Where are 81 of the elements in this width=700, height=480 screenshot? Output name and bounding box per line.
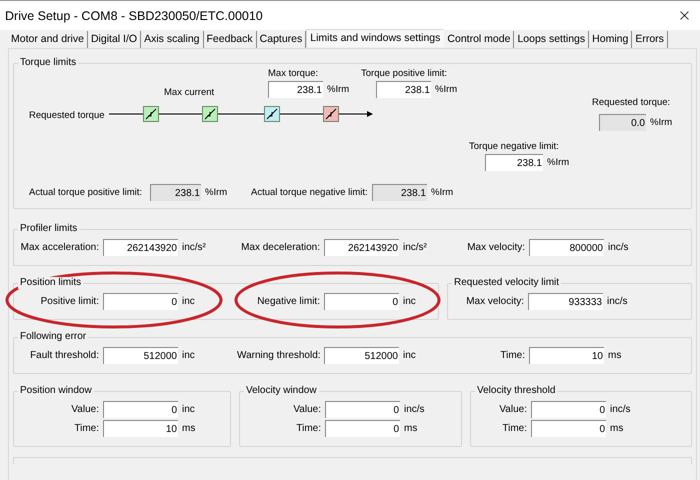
number-field[interactable]: 238.1 [485,154,543,171]
number-field[interactable]: 262143920 [103,239,178,256]
field-label: Max velocity: [466,242,526,253]
field-label: Negative limit: [256,296,321,307]
field-label: Value: [70,404,100,415]
number-field[interactable]: 0 [103,401,178,418]
group-title: Requested velocity limit [452,277,562,289]
unit-label: %Irm [205,187,228,198]
number-field[interactable]: 0 [325,420,400,437]
field-label: Torque positive limit: [361,68,448,79]
unit-label: inc [181,296,196,307]
tab[interactable]: Errors [632,31,668,48]
tab[interactable]: Homing [589,31,632,48]
number-field[interactable]: 800000 [529,239,604,256]
unit-label: %Irm [431,187,454,198]
unit-label: inc/s [607,242,630,253]
unit-label: ms [181,423,196,434]
field-label: Max velocity: [465,296,525,307]
field-label: Max acceleration: [20,242,100,253]
unit-label: inc [181,350,196,361]
number-field[interactable]: 238.1 [150,184,201,201]
field-label: Time: [73,423,100,434]
group-title: Velocity threshold [475,385,558,397]
unit-label: ms [403,423,418,434]
field-label: Value: [292,404,322,415]
unit-label: ms [607,350,622,361]
field-label: Time: [295,423,322,434]
tab[interactable]: Limits and windows settings [306,29,444,47]
unit-label: inc [402,350,417,361]
number-field[interactable]: 0 [324,293,399,310]
unit-label: %Irm [547,157,570,168]
number-field[interactable]: 262143920 [324,239,399,256]
number-field[interactable]: 238.1 [268,81,323,98]
unit-label: %Irm [650,117,672,128]
field-label: Warning threshold: [237,350,322,361]
field-label: Time: [499,350,526,361]
number-field[interactable]: 0 [531,420,606,437]
field-label: Time: [501,423,528,434]
unit-label: inc [181,404,196,415]
unit-label: ms [609,423,624,434]
unit-label: %Irm [435,84,458,95]
unit-label: inc/s [609,404,632,415]
unit-label: inc/s² [402,242,428,253]
tab[interactable]: Loops settings [514,31,590,48]
diagram-label: Requested torque [29,110,105,121]
field-label: Torque negative limit: [469,141,559,152]
unit-label: inc/s [403,404,426,415]
group-title: Position limits [18,277,84,289]
field-label: Value: [498,404,528,415]
unit-label: inc/s [606,296,629,307]
number-field[interactable]: 0.0 [599,114,646,131]
tab[interactable]: Control mode [444,31,514,48]
window-title: Drive Setup - COM8 - SBD230050/ETC.00010 [5,8,263,22]
unit-label: %Irm [327,84,350,95]
tab[interactable]: Motor and drive [8,31,88,48]
number-field[interactable]: 0 [531,401,606,418]
field-label: Actual torque positive limit: [29,187,142,198]
tab[interactable]: Digital I/O [88,31,142,48]
diagram-label: Max current [164,87,214,98]
group-title: Torque limits [18,57,78,69]
number-field[interactable]: 933333 [528,293,603,310]
unit-label: inc/s² [181,242,207,253]
number-field[interactable]: 238.1 [376,81,431,98]
field-label: Positive limit: [40,296,100,307]
number-field[interactable]: 10 [529,347,604,364]
number-field[interactable]: 512000 [103,347,178,364]
unit-label: inc [402,296,417,307]
field-label: Max deceleration: [240,242,321,253]
number-field[interactable]: 10 [103,420,178,437]
group-title: Following error [18,331,88,343]
field-label: Fault threshold: [29,350,100,361]
group-title: Velocity window [244,385,319,397]
tab[interactable]: Axis scaling [141,31,204,48]
number-field[interactable]: 0 [103,293,178,310]
number-field[interactable]: 0 [325,401,400,418]
number-field[interactable]: 238.1 [372,184,427,201]
field-label: Max torque: [268,68,318,79]
field-label: Actual torque negative limit: [251,187,368,198]
number-field[interactable]: 512000 [324,347,399,364]
tab[interactable]: Feedback [204,31,257,48]
field-label: Requested torque: [592,97,670,108]
